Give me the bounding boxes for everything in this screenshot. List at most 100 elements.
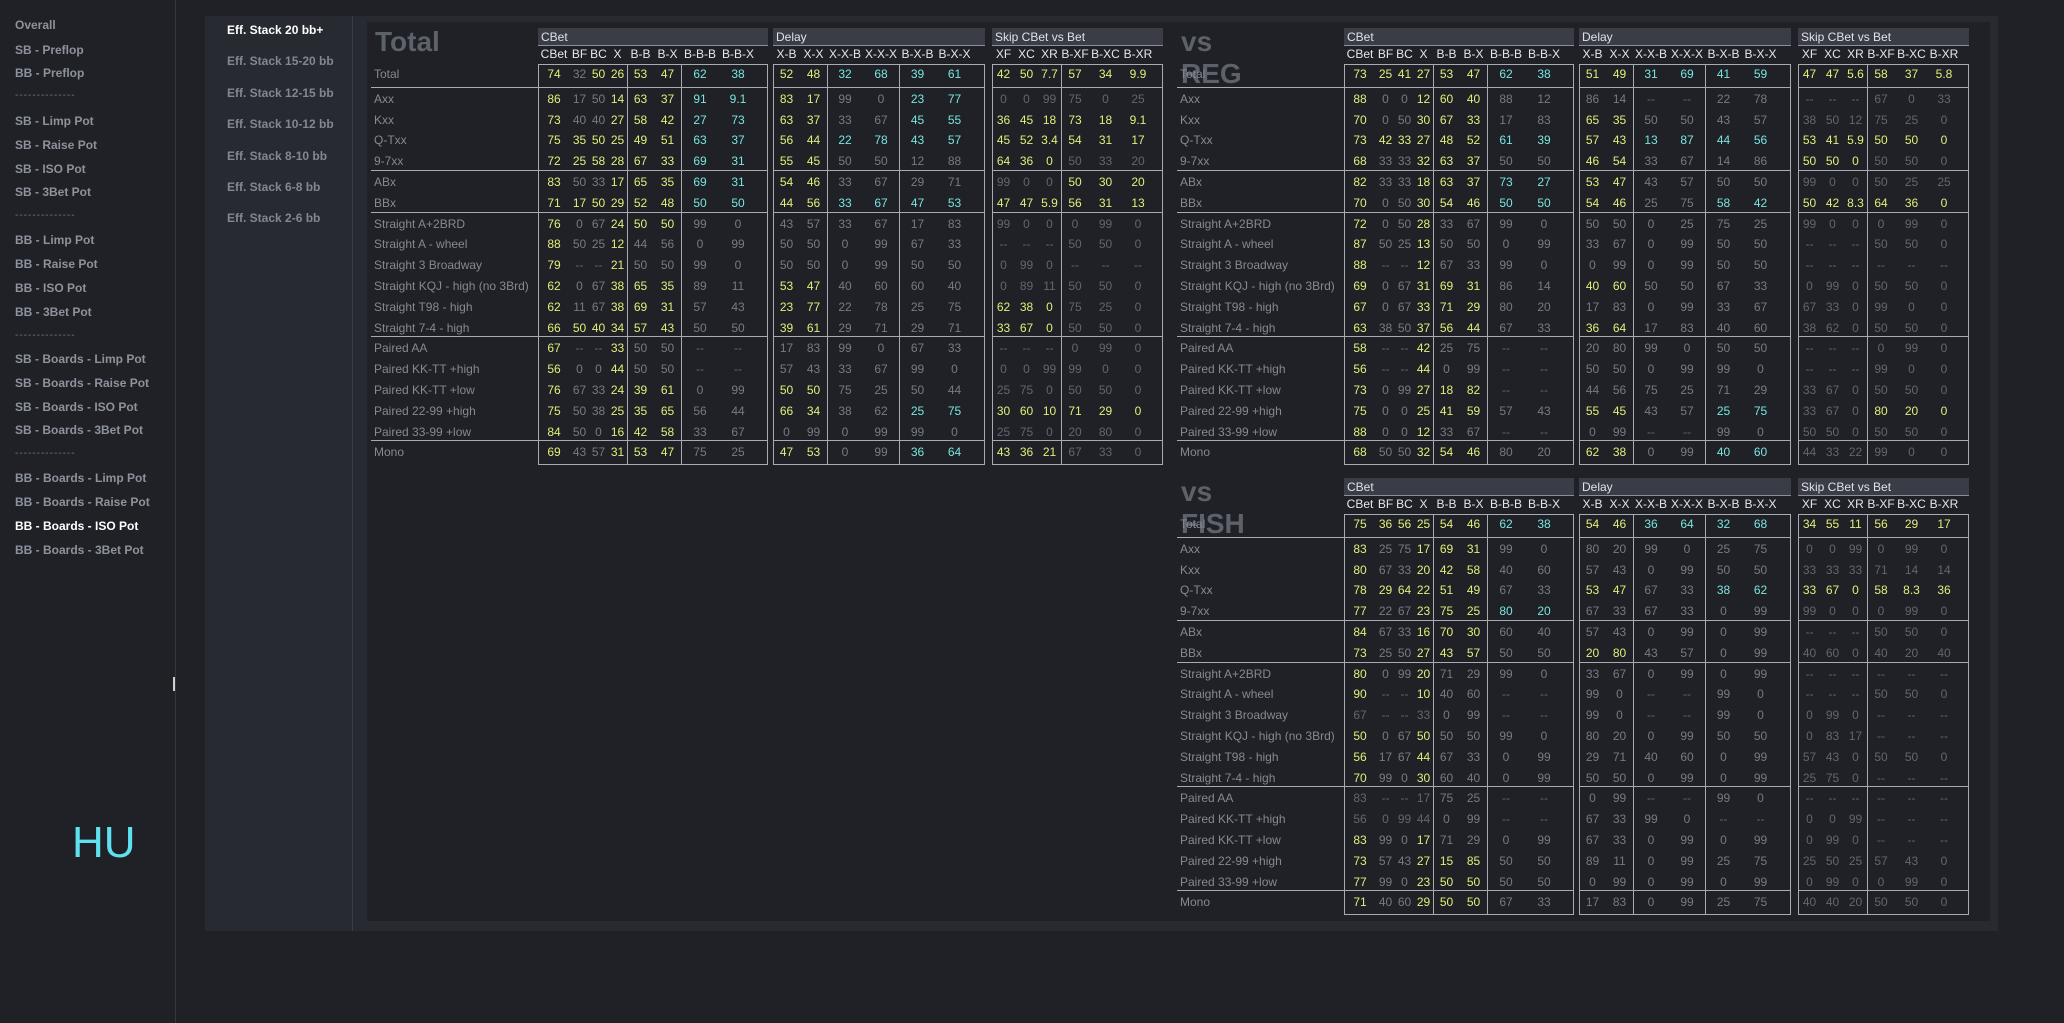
data-cell: 42 [1753,195,1768,210]
data-cell: 99 [1904,874,1919,889]
nav-item-bb-iso-pot[interactable]: BB - ISO Pot [15,281,86,295]
data-cell: 68 [1353,154,1367,169]
data-cell: 86 [547,91,561,106]
data-cell: 50 [1874,279,1888,293]
data-cell: 99 [1874,445,1888,460]
data-cell: -- [1828,258,1837,273]
data-cell: 44 [806,133,821,148]
data-cell: 0 [1401,874,1408,889]
data-cell: -- [1540,424,1548,439]
nav-item-bb-boards-3bet-pot[interactable]: BB - Boards - 3Bet Pot [15,543,144,557]
nav-item-sb-iso-pot[interactable]: SB - ISO Pot [15,162,86,176]
data-cell: 50 [572,424,587,439]
data-cell: 64 [947,445,962,460]
data-cell: 25 [1802,853,1817,868]
nav-item-bb-preflop[interactable]: BB - Preflop [15,66,84,80]
data-cell: 50 [1537,853,1551,868]
column-header: X-X-X [864,47,897,61]
nav-item-bb-boards-iso-pot[interactable]: BB - Boards - ISO Pot [15,519,138,533]
stack-item-eff-stack-6-8-bb[interactable]: Eff. Stack 6-8 bb [227,180,320,194]
nav-item-sb-boards-3bet-pot[interactable]: SB - Boards - 3Bet Pot [15,423,143,437]
data-cell: 31 [1466,541,1481,556]
nav-item-sb-limp-pot[interactable]: SB - Limp Pot [15,114,94,128]
nav-item-overall[interactable]: Overall [15,18,56,32]
data-cell: 43 [1612,625,1627,639]
data-cell: 31 [1098,133,1113,148]
data-cell: 27 [1537,175,1551,189]
data-cell: 69 [633,299,648,314]
data-cell: 75 [1397,541,1412,556]
nav-item-sb-boards-iso-pot[interactable]: SB - Boards - ISO Pot [15,400,138,414]
nav-item-sb-preflop[interactable]: SB - Preflop [15,43,84,57]
data-cell: -- [1805,625,1814,639]
data-cell: 99 [1680,258,1694,273]
nav-item-bb-3bet-pot[interactable]: BB - 3Bet Pot [15,305,92,319]
data-cell: 46 [1612,195,1627,210]
data-cell: 67 [591,279,606,293]
data-cell: 48 [660,195,675,210]
column-header: B-XR [1929,497,1959,511]
data-cell: 99 [1753,874,1768,889]
row-label: Straight KQJ - high (no 3Brd) [1180,729,1335,743]
stack-item-eff-stack-15-20-bb[interactable]: Eff. Stack 15-20 bb [227,54,334,68]
data-cell: 60 [1753,320,1768,335]
data-cell: 75 [838,383,852,397]
data-cell: 87 [1353,237,1367,252]
nav-item-bb-raise-pot[interactable]: BB - Raise Pot [15,257,98,271]
data-cell: 50 [1874,749,1888,764]
data-cell: 20 [1416,562,1431,577]
data-cell: 99 [1644,341,1658,356]
nav-item-bb-boards-limp-pot[interactable]: BB - Boards - Limp Pot [15,471,146,485]
data-cell: 0 [1720,874,1727,889]
row-separator [1344,536,1574,538]
stack-item-eff-stack-2-6-bb[interactable]: Eff. Stack 2-6 bb [227,211,320,225]
data-cell: 50 [1537,154,1551,169]
data-cell: 0 [1757,687,1764,702]
data-cell: 80 [1499,299,1513,314]
data-cell: 67 [1353,708,1367,723]
nav-item-sb-raise-pot[interactable]: SB - Raise Pot [15,138,97,152]
nav-item-sb-boards-raise-pot[interactable]: SB - Boards - Raise Pot [15,376,149,390]
data-cell: -- [1400,687,1409,702]
data-cell: 75 [1353,403,1367,418]
data-cell: 88 [547,237,561,252]
data-cell: 50 [591,91,606,106]
data-cell: 0 [841,445,849,460]
nav-item-sb-3bet-pot[interactable]: SB - 3Bet Pot [15,185,91,199]
stack-item-eff-stack-12-15-bb[interactable]: Eff. Stack 12-15 bb [227,86,334,100]
data-cell: 43 [910,133,925,148]
data-cell: 36 [1904,195,1919,210]
row-separator [538,86,768,88]
nav-item-bb-boards-raise-pot[interactable]: BB - Boards - Raise Pot [15,495,150,509]
data-cell: 0 [1852,874,1859,889]
data-cell: 17 [1499,112,1513,127]
data-cell: 22 [1716,91,1731,106]
column-header: X-X [803,47,824,61]
nav-item-bb-limp-pot[interactable]: BB - Limp Pot [15,233,94,247]
data-cell: 60 [1499,625,1513,639]
nav-item-sb-boards-limp-pot[interactable]: SB - Boards - Limp Pot [15,352,146,366]
data-cell: 15 [1439,853,1454,868]
data-cell: 75 [1439,604,1454,619]
data-cell: -- [1940,708,1948,723]
data-cell: 40 [838,279,852,293]
data-cell: 50 [1874,133,1888,148]
data-cell: 50 [910,383,925,397]
data-cell: 0 [1940,133,1948,148]
data-cell: 21 [610,258,625,273]
data-cell: 50 [1825,424,1840,439]
data-cell: 20 [1537,299,1551,314]
data-cell: 25 [591,237,606,252]
data-cell: 25 [1378,645,1393,660]
stack-item-eff-stack-20-bb[interactable]: Eff. Stack 20 bb+ [227,23,323,37]
data-cell: 50 [1904,320,1919,335]
row-label: BBx [1180,195,1203,210]
data-cell: 85 [1466,853,1481,868]
data-cell: 64 [996,154,1011,169]
data-cell: 67 [1019,320,1034,335]
row-separator [992,86,1163,88]
data-cell: 99 [1680,362,1694,377]
stack-item-eff-stack-10-12-bb[interactable]: Eff. Stack 10-12 bb [227,117,334,131]
stack-item-eff-stack-8-10-bb[interactable]: Eff. Stack 8-10 bb [227,149,327,163]
data-cell: 53 [779,279,794,293]
